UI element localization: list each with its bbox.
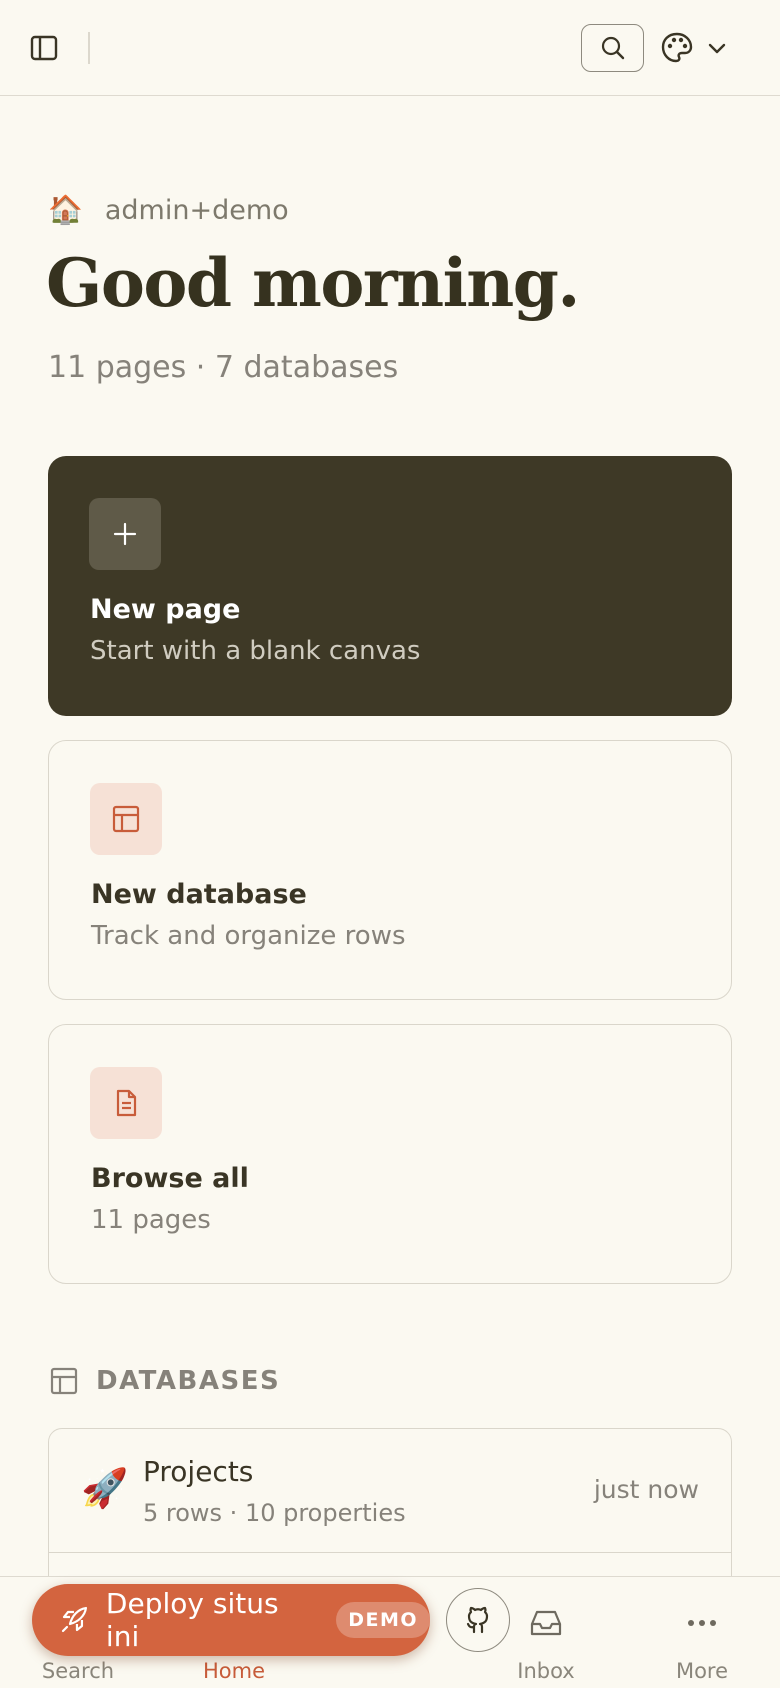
demo-badge: DEMO <box>336 1602 430 1638</box>
table-icon <box>112 805 140 833</box>
new-database-card[interactable]: New database Track and organize rows <box>48 740 732 1000</box>
database-meta: 5 rows · 10 properties <box>143 1499 406 1527</box>
database-updated: just now <box>593 1475 699 1504</box>
new-database-title: New database <box>91 879 307 910</box>
sidebar-toggle-button[interactable] <box>26 30 62 66</box>
palette-icon <box>661 32 693 63</box>
browse-all-tile <box>90 1067 162 1139</box>
deploy-site-button[interactable]: Deploy situs ini DEMO <box>32 1584 430 1656</box>
new-page-tile <box>89 498 161 570</box>
nav-more-label: More <box>675 1659 729 1683</box>
rocket-icon <box>61 1606 88 1633</box>
browse-all-card[interactable]: Browse all 11 pages <box>48 1024 732 1284</box>
database-name: Projects <box>143 1455 254 1488</box>
nav-inbox-label: Inbox <box>517 1659 575 1683</box>
header-divider <box>88 32 90 64</box>
search-button[interactable] <box>581 24 644 72</box>
nav-search-label: Search <box>41 1659 115 1683</box>
workspace-emoji: 🏠 <box>48 193 83 226</box>
database-row-projects[interactable]: 🚀 Projects 5 rows · 10 properties just n… <box>49 1429 731 1553</box>
nav-more[interactable]: More <box>637 1577 767 1688</box>
search-icon <box>601 36 624 60</box>
databases-heading: DATABASES <box>96 1366 281 1396</box>
top-bar <box>0 0 780 96</box>
github-icon <box>466 1606 489 1634</box>
new-page-subtitle: Start with a blank canvas <box>90 636 421 666</box>
database-emoji: 🚀 <box>81 1466 129 1510</box>
new-database-subtitle: Track and organize rows <box>91 921 406 951</box>
browse-all-title: Browse all <box>91 1163 249 1194</box>
new-page-title: New page <box>90 594 241 625</box>
new-page-card[interactable]: New page Start with a blank canvas <box>48 456 732 716</box>
document-icon <box>116 1089 137 1117</box>
databases-section-header: DATABASES <box>50 1366 280 1396</box>
browse-all-subtitle: 11 pages <box>91 1205 211 1235</box>
theme-button[interactable] <box>660 28 738 68</box>
new-database-tile <box>90 783 162 855</box>
workspace-stats: 11 pages · 7 databases <box>48 350 399 385</box>
sidebar-icon <box>30 35 58 61</box>
github-button[interactable] <box>446 1588 510 1652</box>
nav-home-label: Home <box>202 1659 265 1683</box>
chevron-down-icon <box>708 43 726 54</box>
inbox-icon <box>528 1605 564 1641</box>
workspace-name: admin+demo <box>104 194 289 226</box>
table-icon <box>50 1367 78 1395</box>
deploy-label: Deploy situs ini <box>105 1587 279 1653</box>
greeting-title: Good morning. <box>46 244 580 322</box>
more-icon <box>684 1605 720 1641</box>
workspace-breadcrumb[interactable]: 🏠 admin+demo <box>48 192 289 228</box>
plus-icon <box>113 522 137 546</box>
